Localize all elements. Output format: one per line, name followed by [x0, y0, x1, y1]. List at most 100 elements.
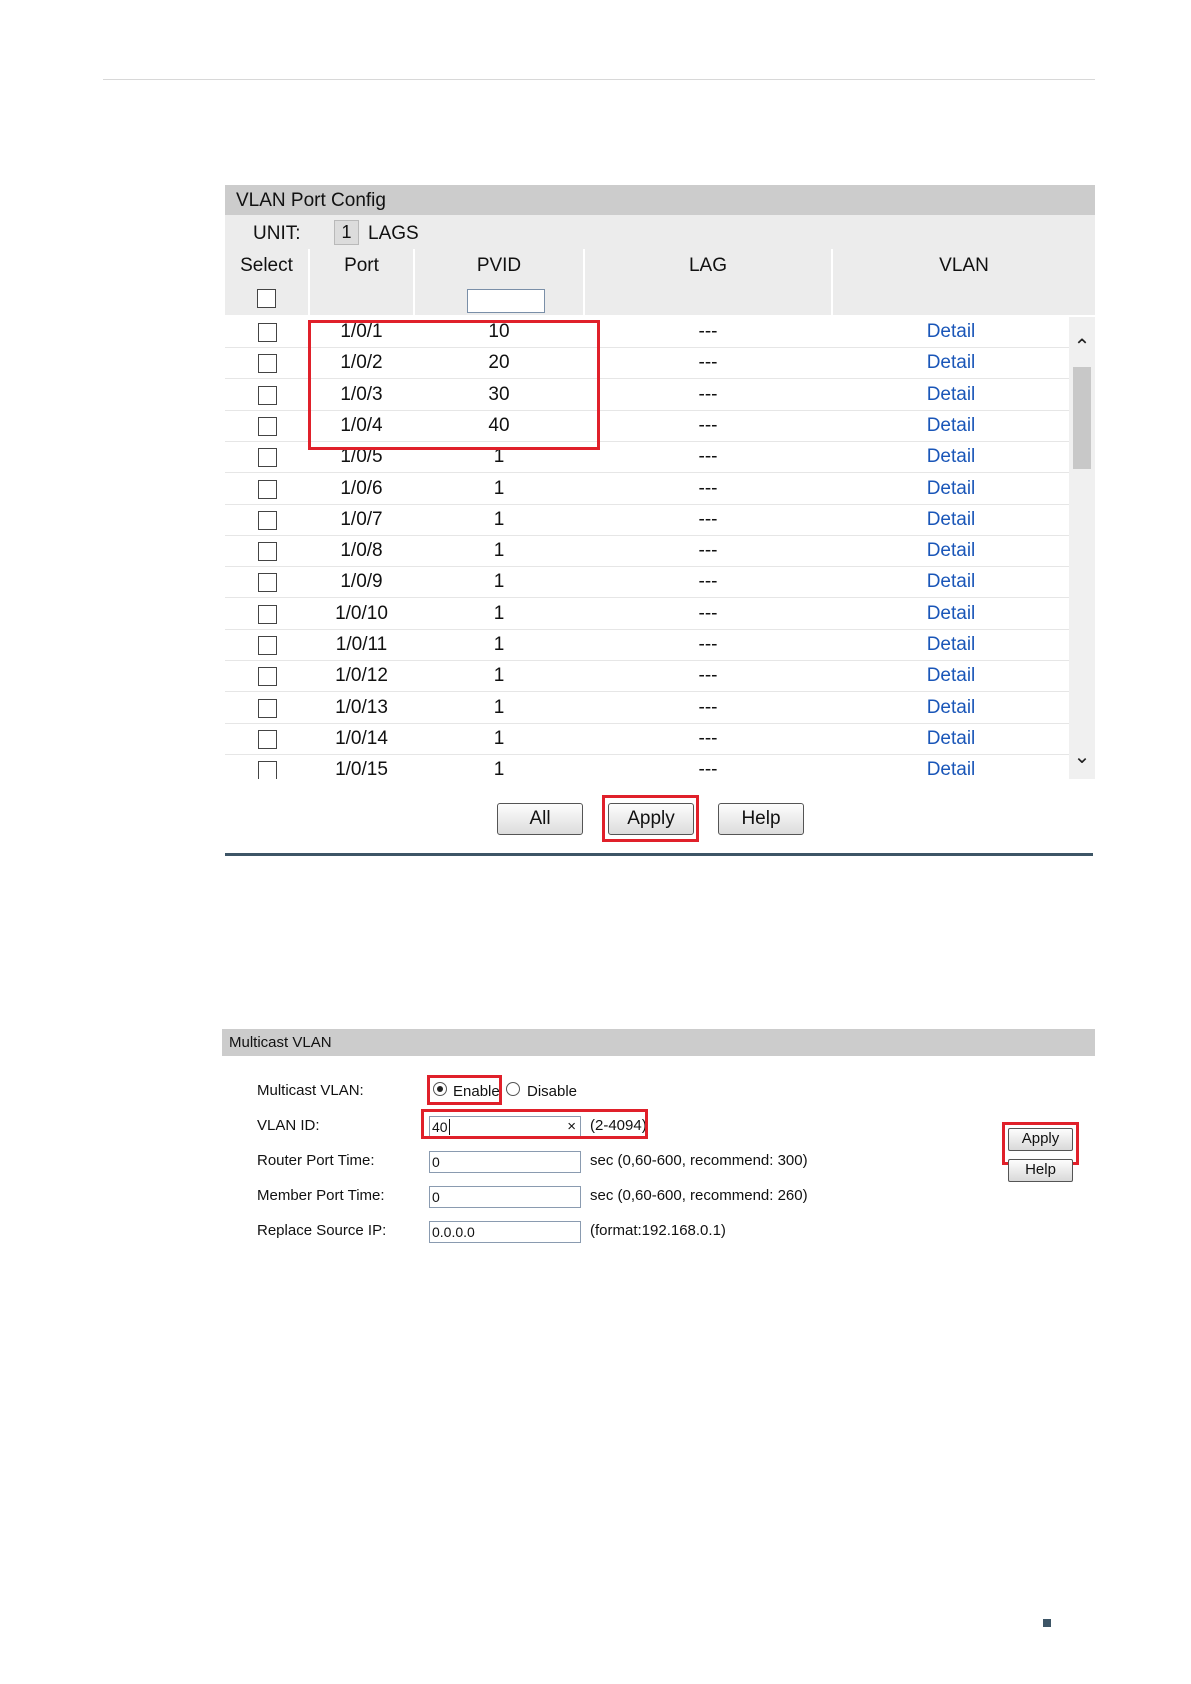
- vlan-port-config-panel: VLAN Port Config UNIT: 1 LAGS Select Por…: [225, 185, 1095, 790]
- select-cell: [225, 474, 310, 505]
- help-button[interactable]: Help: [718, 803, 804, 835]
- chevron-down-icon[interactable]: ⌄: [1069, 745, 1095, 769]
- vlan-detail-link[interactable]: Detail: [833, 474, 1069, 505]
- port-cell: 1/0/13: [335, 696, 388, 718]
- lag-cell: ---: [698, 571, 718, 593]
- vlan-detail-link[interactable]: Detail: [833, 442, 1069, 473]
- select-cell: [225, 724, 310, 755]
- select-cell: [225, 380, 310, 411]
- select-cell: [225, 536, 310, 567]
- table-row: 1/0/14 1 --- Detail: [225, 724, 1069, 755]
- port-cell: 1/0/12: [335, 665, 388, 687]
- filter-port-cell: [310, 282, 415, 315]
- vlan-detail-link[interactable]: Detail: [833, 630, 1069, 661]
- vlan-detail-link[interactable]: Detail: [833, 536, 1069, 567]
- pvid-cell: 1: [493, 665, 505, 687]
- vlan-detail-link[interactable]: Detail: [833, 693, 1069, 724]
- highlight-enable: [427, 1075, 502, 1105]
- vlan-detail-link[interactable]: Detail: [833, 661, 1069, 692]
- pvid-cell: 1: [493, 602, 505, 624]
- table-row: 1/0/7 1 --- Detail: [225, 505, 1069, 536]
- pvid-cell: 1: [493, 759, 505, 779]
- lag-cell: ---: [698, 602, 718, 624]
- column-header-port: Port: [310, 249, 415, 282]
- row-checkbox[interactable]: [258, 573, 277, 593]
- lag-cell: ---: [698, 665, 718, 687]
- select-cell: [225, 755, 310, 779]
- lag-cell: ---: [698, 508, 718, 530]
- panel-title: VLAN Port Config: [225, 185, 1095, 215]
- member-port-time-input[interactable]: 0: [429, 1186, 581, 1208]
- highlight-ports-pvid: [308, 320, 600, 450]
- port-cell: 1/0/7: [340, 508, 383, 530]
- lags-tab[interactable]: LAGS: [368, 223, 419, 245]
- row-checkbox[interactable]: [258, 479, 277, 499]
- vlan-detail-link[interactable]: Detail: [833, 317, 1069, 348]
- pvid-cell: 1: [493, 508, 505, 530]
- replace-source-ip-hint: (format:192.168.0.1): [590, 1222, 726, 1239]
- select-cell: [225, 630, 310, 661]
- select-cell: [225, 442, 310, 473]
- all-button[interactable]: All: [497, 803, 583, 835]
- vlan-detail-link[interactable]: Detail: [833, 724, 1069, 755]
- chevron-up-icon[interactable]: ⌃: [1069, 335, 1095, 359]
- column-header-lag: LAG: [585, 249, 833, 282]
- table-row: 1/0/12 1 --- Detail: [225, 661, 1069, 693]
- select-cell: [225, 317, 310, 348]
- pvid-cell: 1: [493, 634, 505, 655]
- row-checkbox[interactable]: [258, 510, 277, 530]
- row-checkbox[interactable]: [258, 323, 277, 342]
- unit-1-tab[interactable]: 1: [334, 220, 359, 245]
- row-checkbox[interactable]: [258, 761, 277, 779]
- multicast-vlan-label: Multicast VLAN:: [257, 1082, 364, 1099]
- select-cell: [225, 693, 310, 724]
- lag-cell: ---: [698, 414, 718, 436]
- member-port-time-label: Member Port Time:: [257, 1187, 385, 1204]
- row-checkbox[interactable]: [258, 667, 277, 687]
- select-all-checkbox[interactable]: [257, 289, 276, 308]
- vlan-detail-link[interactable]: Detail: [833, 411, 1069, 442]
- pvid-cell: 1: [493, 571, 505, 593]
- column-header-pvid: PVID: [415, 249, 585, 282]
- column-header-select: Select: [225, 249, 310, 282]
- lag-cell: ---: [698, 383, 718, 405]
- vlan-detail-link[interactable]: Detail: [833, 380, 1069, 411]
- pvid-cell: 1: [493, 727, 505, 749]
- pvid-filter-input[interactable]: [467, 289, 545, 313]
- vlan-id-label: VLAN ID:: [257, 1117, 320, 1134]
- select-cell: [225, 599, 310, 630]
- multicast-vlan-panel: Multicast VLAN Multicast VLAN: Enable Di…: [222, 1029, 1095, 1249]
- port-cell: 1/0/6: [340, 477, 383, 499]
- port-cell: 1/0/15: [335, 759, 388, 779]
- highlight-vlan-id: [421, 1109, 648, 1139]
- replace-source-ip-label: Replace Source IP:: [257, 1222, 387, 1239]
- table-row: 1/0/6 1 --- Detail: [225, 474, 1069, 505]
- lag-cell: ---: [698, 759, 718, 779]
- vlan-detail-link[interactable]: Detail: [833, 567, 1069, 598]
- vlan-detail-link[interactable]: Detail: [833, 505, 1069, 536]
- row-checkbox[interactable]: [258, 636, 277, 655]
- panel-title: Multicast VLAN: [222, 1029, 1095, 1056]
- router-port-time-input[interactable]: 0: [429, 1151, 581, 1173]
- vlan-detail-link[interactable]: Detail: [833, 348, 1069, 379]
- multicast-help-button[interactable]: Help: [1008, 1159, 1073, 1182]
- disable-label: Disable: [527, 1083, 578, 1100]
- vlan-detail-link[interactable]: Detail: [833, 755, 1069, 779]
- row-checkbox[interactable]: [258, 729, 277, 749]
- row-checkbox[interactable]: [258, 354, 277, 374]
- disable-radio[interactable]: [506, 1082, 520, 1096]
- table-row: 1/0/9 1 --- Detail: [225, 567, 1069, 599]
- row-checkbox[interactable]: [258, 416, 277, 436]
- scroll-thumb[interactable]: [1073, 367, 1091, 469]
- row-checkbox[interactable]: [258, 385, 277, 405]
- port-cell: 1/0/8: [340, 540, 383, 562]
- lag-cell: ---: [698, 696, 718, 718]
- row-checkbox[interactable]: [258, 604, 277, 624]
- port-cell: 1/0/14: [335, 727, 388, 749]
- row-checkbox[interactable]: [258, 542, 277, 562]
- table-scrollbar[interactable]: ⌃ ⌄: [1069, 317, 1095, 779]
- vlan-detail-link[interactable]: Detail: [833, 599, 1069, 630]
- replace-source-ip-input[interactable]: 0.0.0.0: [429, 1221, 581, 1243]
- row-checkbox[interactable]: [258, 698, 277, 718]
- row-checkbox[interactable]: [258, 448, 277, 468]
